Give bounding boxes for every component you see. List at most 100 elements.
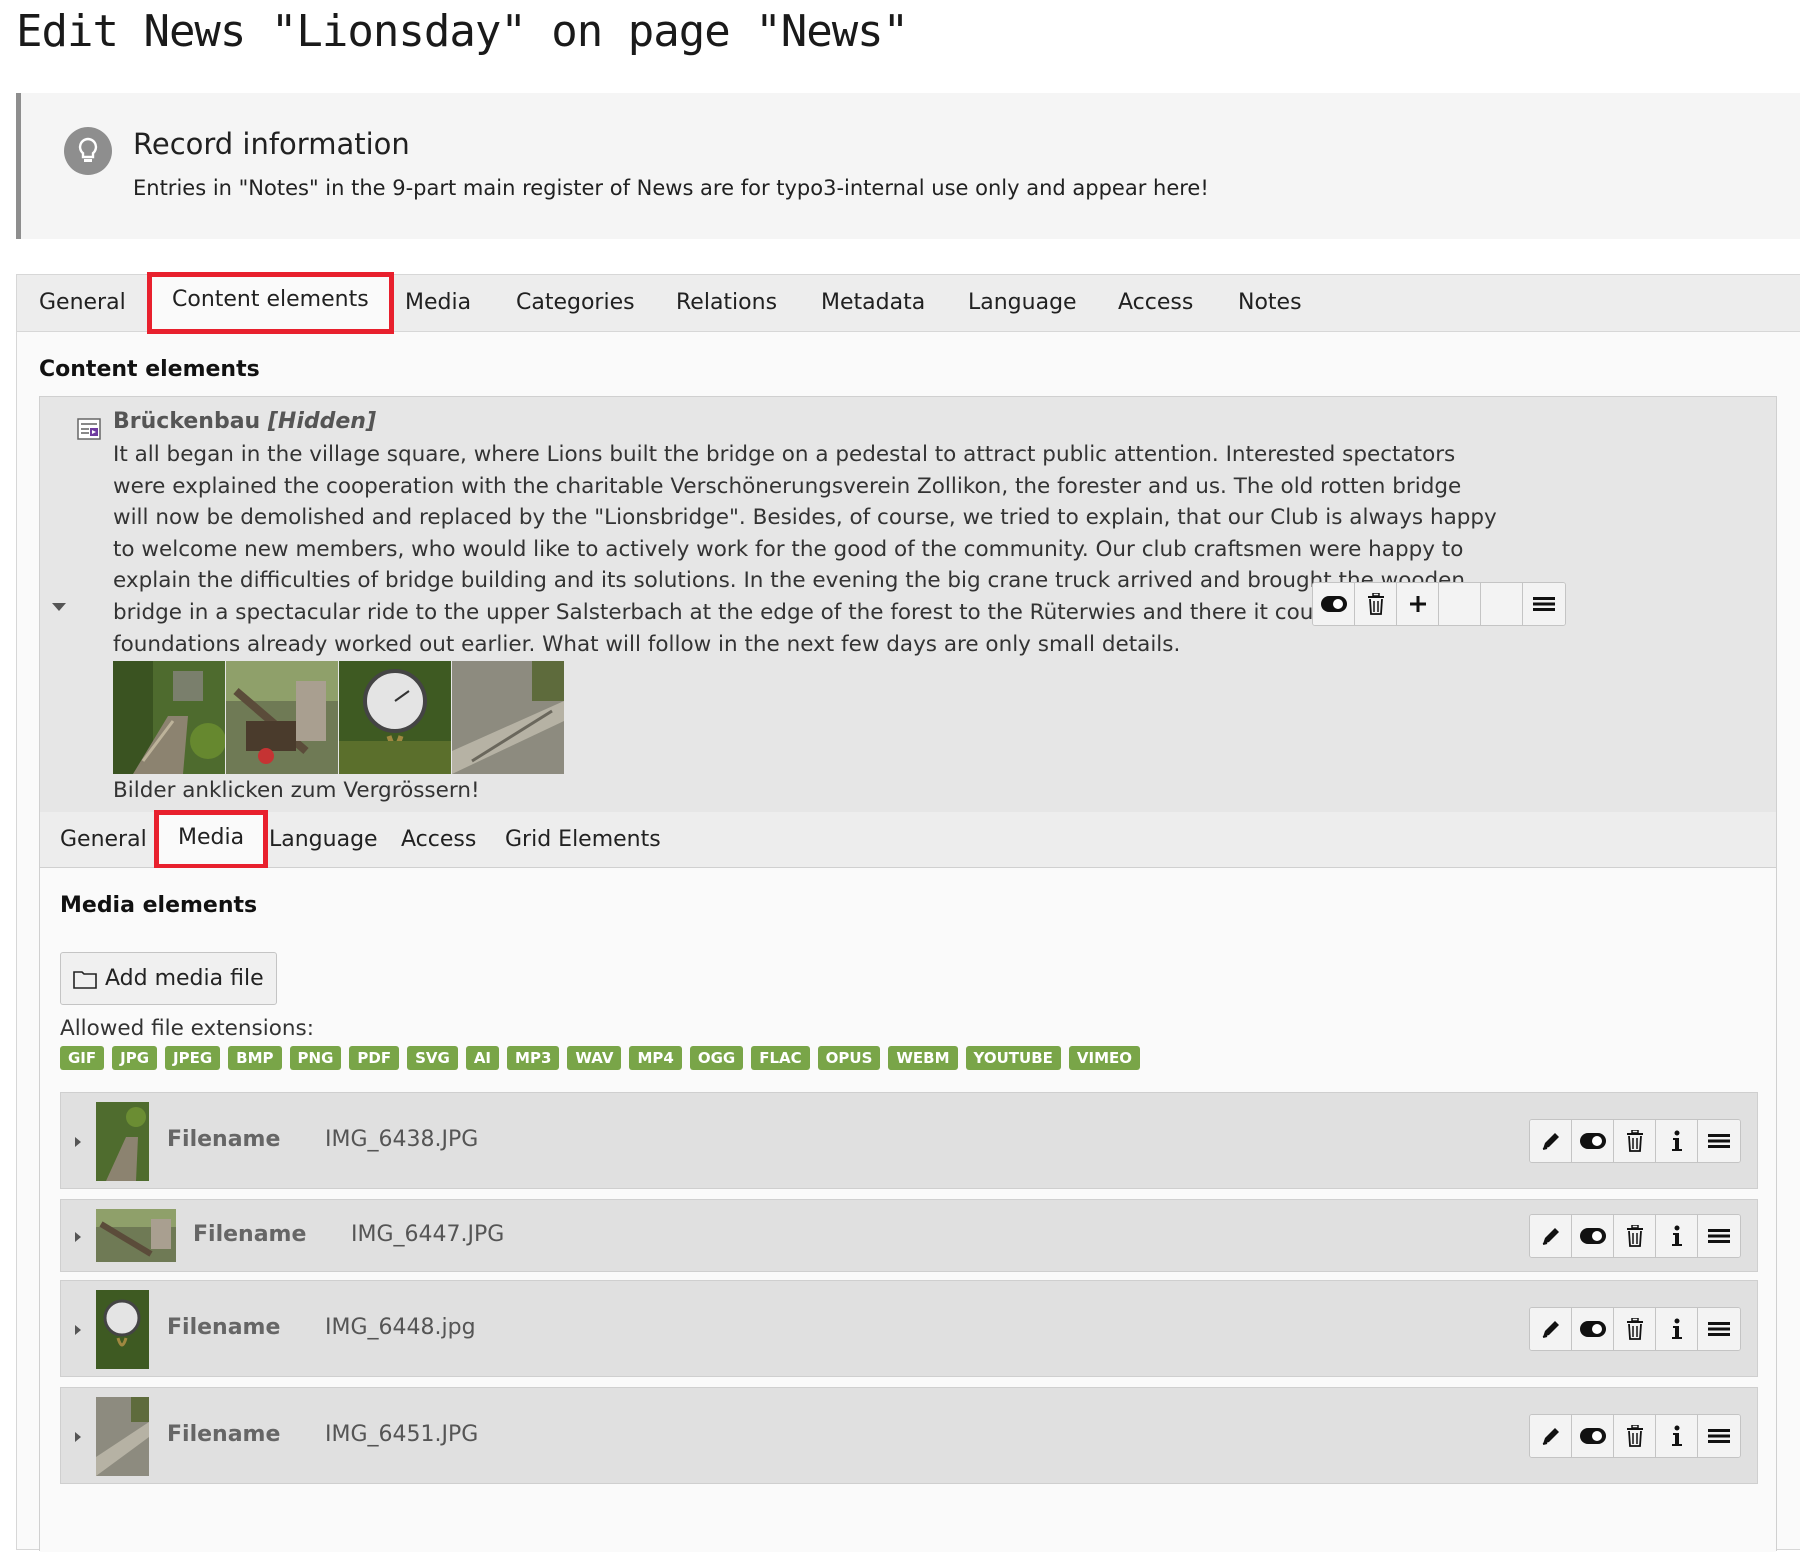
- empty-action-slot: [1481, 583, 1523, 625]
- thumbnail-bridge-forest[interactable]: [113, 661, 225, 774]
- media-file-row[interactable]: Filename IMG_6451.JPG: [60, 1387, 1758, 1484]
- info-button[interactable]: [1656, 1120, 1698, 1162]
- filename-value: IMG_6438.JPG: [325, 1127, 479, 1152]
- info-button[interactable]: [1656, 1415, 1698, 1457]
- extension-badge: BMP: [228, 1046, 282, 1070]
- trash-icon: [1367, 593, 1384, 615]
- toggle-visibility-button[interactable]: [1313, 583, 1355, 625]
- media-file-row[interactable]: Filename IMG_6438.JPG: [60, 1092, 1758, 1189]
- edit-button[interactable]: [1530, 1120, 1572, 1162]
- toggle-icon: [1579, 1321, 1606, 1337]
- thumbnail-crane[interactable]: [226, 661, 338, 774]
- extension-badge: PNG: [289, 1046, 342, 1070]
- trash-icon: [1626, 1130, 1643, 1152]
- filename-label: Filename: [167, 1315, 281, 1340]
- tab-content-elements[interactable]: Content elements: [147, 272, 394, 334]
- text-line: foundations already worked out earlier. …: [113, 631, 1181, 657]
- menu-icon: [1708, 1229, 1730, 1243]
- edit-button[interactable]: [1530, 1415, 1572, 1457]
- media-file-row[interactable]: Filename IMG_6448.jpg: [60, 1280, 1758, 1377]
- delete-button[interactable]: [1614, 1120, 1656, 1162]
- record-info-heading: Record information: [133, 127, 410, 161]
- extension-badge: FLAC: [751, 1046, 810, 1070]
- extension-badge: WAV: [567, 1046, 622, 1070]
- expand-caret-icon[interactable]: [75, 1432, 81, 1442]
- toggle-visibility-button[interactable]: [1572, 1215, 1614, 1257]
- delete-button[interactable]: [1614, 1415, 1656, 1457]
- more-actions-button[interactable]: [1698, 1415, 1740, 1457]
- delete-button[interactable]: [1355, 583, 1397, 625]
- add-media-file-button[interactable]: Add media file: [60, 952, 277, 1005]
- expand-caret-icon[interactable]: [75, 1232, 81, 1242]
- file-actions: [1529, 1119, 1741, 1163]
- add-button[interactable]: [1397, 583, 1439, 625]
- edit-button[interactable]: [1530, 1308, 1572, 1350]
- toggle-visibility-button[interactable]: [1572, 1308, 1614, 1350]
- info-icon: [1671, 1130, 1682, 1151]
- expand-caret-icon[interactable]: [75, 1325, 81, 1335]
- tab-categories[interactable]: Categories: [516, 275, 635, 331]
- content-element-card: Brückenbau [Hidden] It all began in the …: [39, 396, 1777, 1552]
- delete-button[interactable]: [1614, 1308, 1656, 1350]
- expand-caret-icon[interactable]: [75, 1137, 81, 1147]
- more-actions-button[interactable]: [1698, 1215, 1740, 1257]
- file-thumbnail: [96, 1290, 149, 1369]
- content-elements-heading: Content elements: [39, 357, 260, 382]
- trash-icon: [1626, 1425, 1643, 1447]
- record-information-box: Record information Entries in "Notes" in…: [16, 93, 1800, 239]
- allowed-extensions-list: GIF JPG JPEG BMP PNG PDF SVG AI MP3 WAV …: [60, 1046, 1141, 1070]
- lightbulb-icon: [64, 127, 112, 175]
- extension-badge: YOUTUBE: [965, 1046, 1061, 1070]
- inner-tab-media[interactable]: Media: [154, 810, 269, 869]
- tab-media[interactable]: Media: [405, 275, 471, 331]
- delete-button[interactable]: [1614, 1215, 1656, 1257]
- trash-icon: [1626, 1225, 1643, 1247]
- file-actions: [1529, 1414, 1741, 1458]
- toggle-icon: [1579, 1428, 1606, 1444]
- page-title: Edit News "Lionsday" on page "News": [16, 6, 909, 57]
- info-button[interactable]: [1656, 1308, 1698, 1350]
- info-button[interactable]: [1656, 1215, 1698, 1257]
- image-caption: Bilder anklicken zum Vergrössern!: [113, 778, 480, 803]
- filename-value: IMG_6451.JPG: [325, 1422, 479, 1447]
- content-element-actions: [1312, 582, 1566, 626]
- more-actions-button[interactable]: [1698, 1120, 1740, 1162]
- add-media-file-label: Add media file: [105, 966, 264, 991]
- toggle-icon: [1579, 1133, 1606, 1149]
- content-element-header: Brückenbau [Hidden] It all began in the …: [40, 397, 1776, 812]
- filename-label: Filename: [193, 1222, 307, 1247]
- tab-language[interactable]: Language: [968, 275, 1077, 331]
- inner-tab-general[interactable]: General: [60, 812, 147, 867]
- record-info-text: Entries in "Notes" in the 9-part main re…: [133, 176, 1209, 200]
- tab-access[interactable]: Access: [1118, 275, 1193, 331]
- tab-general[interactable]: General: [39, 275, 126, 331]
- inner-tab-language[interactable]: Language: [269, 812, 378, 867]
- tab-notes[interactable]: Notes: [1238, 275, 1302, 331]
- extension-badge: SVG: [407, 1046, 458, 1070]
- inner-tab-grid-elements[interactable]: Grid Elements: [505, 812, 661, 867]
- collapse-caret-icon[interactable]: [52, 603, 66, 611]
- edit-button[interactable]: [1530, 1215, 1572, 1257]
- toggle-visibility-button[interactable]: [1572, 1120, 1614, 1162]
- extension-badge: JPG: [112, 1046, 158, 1070]
- toggle-icon: [1579, 1228, 1606, 1244]
- thumbnail-wooden-steps[interactable]: [452, 661, 564, 774]
- media-file-row[interactable]: Filename IMG_6447.JPG: [60, 1199, 1758, 1272]
- file-actions: [1529, 1307, 1741, 1351]
- filename-label: Filename: [167, 1127, 281, 1152]
- tab-relations[interactable]: Relations: [676, 275, 777, 331]
- media-tab-content: Media elements Add media file Allowed fi…: [40, 868, 1776, 1552]
- content-element-title[interactable]: Brückenbau [Hidden]: [113, 409, 376, 434]
- info-icon: [1671, 1225, 1682, 1246]
- toggle-visibility-button[interactable]: [1572, 1415, 1614, 1457]
- filename-value: IMG_6447.JPG: [351, 1222, 505, 1247]
- extension-badge: GIF: [60, 1046, 105, 1070]
- inner-tab-access[interactable]: Access: [401, 812, 476, 867]
- more-actions-button[interactable]: [1523, 583, 1565, 625]
- extension-badge: JPEG: [165, 1046, 221, 1070]
- media-elements-heading: Media elements: [60, 893, 258, 918]
- file-thumbnail: [96, 1397, 149, 1476]
- more-actions-button[interactable]: [1698, 1308, 1740, 1350]
- tab-metadata[interactable]: Metadata: [821, 275, 925, 331]
- thumbnail-gauge[interactable]: [339, 661, 451, 774]
